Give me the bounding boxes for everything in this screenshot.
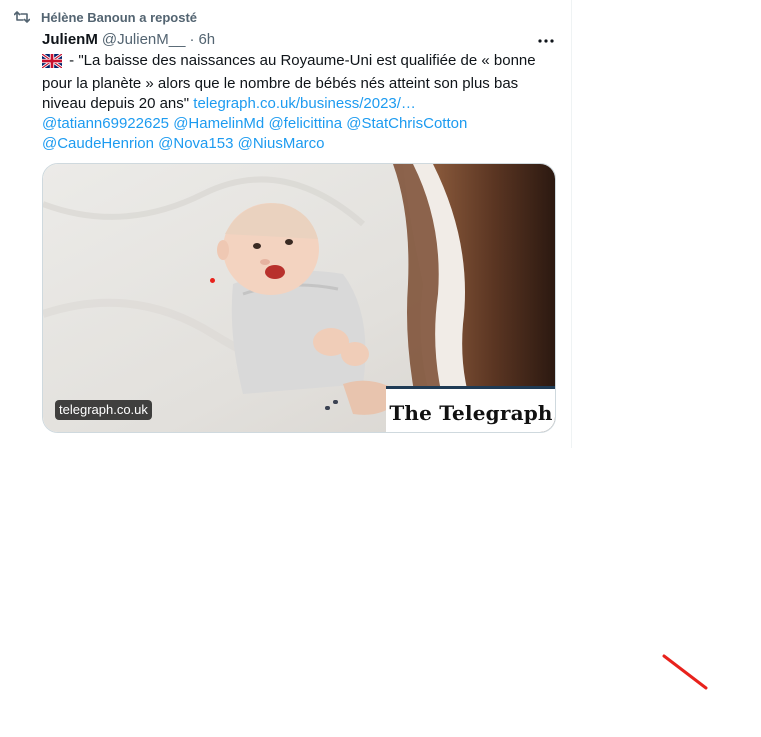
link-preview-card[interactable]: telegraph.co.uk The Telegraph [42, 163, 556, 433]
tweet-text: - "La baisse des naissances au Royaume-U… [41, 51, 557, 154]
tweet[interactable]: Hélène Banoun a reposté JulienM @JulienM… [0, 0, 572, 448]
annotation-dot [210, 278, 215, 283]
more-button[interactable] [536, 31, 556, 47]
mention-link[interactable]: @felicittina [268, 115, 342, 132]
repost-indicator: Hélène Banoun a reposté [14, 8, 197, 26]
mention-link[interactable]: @tatiann69922625 [42, 115, 169, 132]
mention-link[interactable]: @HamelinMd [173, 115, 264, 132]
tweet-header: JulienM @JulienM__ · 6h [42, 29, 215, 49]
tweet-time[interactable]: 6h [198, 31, 215, 48]
card-domain-label: telegraph.co.uk [55, 400, 152, 420]
author-name[interactable]: JulienM [42, 31, 98, 48]
uk-flag-icon [41, 52, 63, 74]
article-link[interactable]: telegraph.co.uk/business/2023/… [193, 95, 416, 112]
mention-link[interactable]: @Nova153 [158, 135, 233, 152]
telegraph-logo: The Telegraph [386, 386, 555, 432]
annotation-stroke [662, 654, 708, 690]
author-handle[interactable]: @JulienM__ [102, 31, 186, 48]
repost-icon [14, 10, 30, 24]
mention-link[interactable]: @CaudeHenrion [42, 135, 154, 152]
separator-dot: · [189, 30, 195, 48]
mention-link[interactable]: @NiusMarco [238, 135, 325, 152]
more-dots-icon [538, 30, 554, 48]
mention-link[interactable]: @StatChrisCotton [346, 115, 467, 132]
repost-label[interactable]: Hélène Banoun a reposté [41, 10, 197, 25]
